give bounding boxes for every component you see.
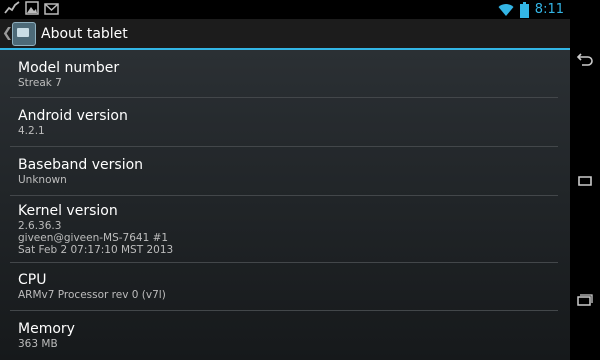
page-title: About tablet: [41, 25, 128, 42]
item-title: Model number: [18, 60, 120, 76]
item-title: Memory: [18, 321, 75, 337]
list-item-android-version[interactable]: Android version 4.2.1: [0, 98, 570, 147]
system-status: 8:11: [498, 1, 564, 18]
activity-graph-icon: [4, 1, 20, 14]
item-summary: 363 MB: [18, 338, 58, 350]
list-item-cpu[interactable]: CPU ARMv7 Processor rev 0 (v7l): [0, 263, 570, 311]
notification-icons: [4, 1, 59, 15]
list-item-baseband-version[interactable]: Baseband version Unknown: [0, 147, 570, 196]
item-title: Baseband version: [18, 157, 144, 173]
battery-icon: [519, 1, 529, 18]
gallery-icon: [25, 1, 39, 15]
wifi-icon: [498, 3, 514, 16]
item-summary-line-3: Sat Feb 2 07:17:10 MST 2013: [18, 244, 174, 256]
item-summary: Unknown: [18, 174, 67, 186]
list-item-memory[interactable]: Memory 363 MB: [0, 311, 570, 360]
home-icon[interactable]: [576, 173, 594, 189]
item-summary: 4.2.1: [18, 125, 45, 137]
status-bar: 8:11: [0, 0, 570, 19]
up-caret-icon[interactable]: ❮: [2, 26, 13, 41]
recent-apps-icon[interactable]: [576, 292, 594, 308]
item-summary-line-1: 2.6.36.3: [18, 220, 62, 232]
gmail-icon: [44, 2, 59, 15]
navigation-bar: [570, 0, 600, 360]
settings-app-icon[interactable]: [12, 21, 36, 46]
list-item-kernel-version[interactable]: Kernel version 2.6.36.3 giveen@giveen-MS…: [0, 196, 570, 262]
back-icon[interactable]: [576, 52, 594, 68]
list-item-model-number[interactable]: Model number Streak 7: [0, 50, 570, 98]
clock: 8:11: [534, 2, 564, 17]
item-summary: ARMv7 Processor rev 0 (v7l): [18, 289, 166, 301]
item-title: Kernel version: [18, 203, 118, 219]
action-bar: ❮ About tablet: [0, 19, 570, 50]
settings-list: Model number Streak 7 Android version 4.…: [0, 50, 570, 360]
item-title: Android version: [18, 108, 128, 124]
item-summary-line-2: giveen@giveen-MS-7641 #1: [18, 232, 169, 244]
item-title: CPU: [18, 272, 47, 288]
item-summary: Streak 7: [18, 77, 62, 89]
